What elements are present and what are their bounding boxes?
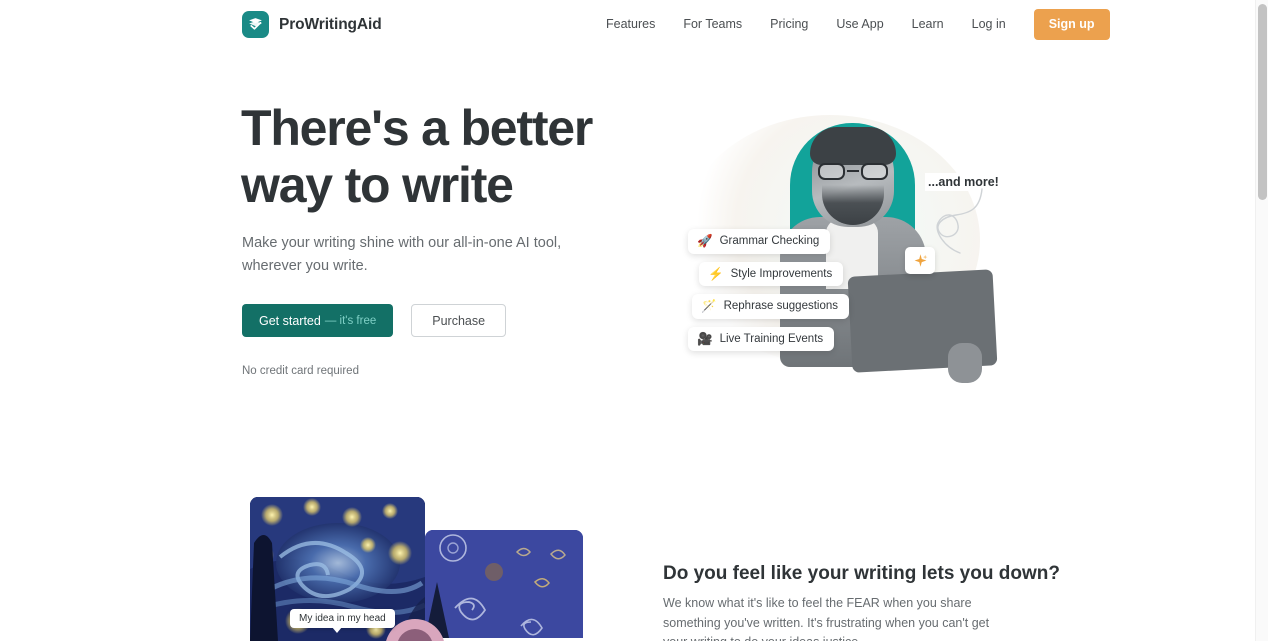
feature-chip-grammar-checking[interactable]: 🚀 Grammar Checking [688,229,831,254]
sparkle-icon [905,247,935,274]
rocket-icon: 🚀 [697,234,713,248]
hero-subtitle-line-2: wherever you write. [242,258,368,274]
glasses-bridge [847,170,859,172]
brand-name: ProWritingAid [279,15,382,33]
nav-for-teams[interactable]: For Teams [669,0,756,48]
purchase-button[interactable]: Purchase [411,304,507,337]
glasses-left-lens [818,163,845,180]
main-navigation: Features For Teams Pricing Use App Learn… [596,0,1110,48]
nav-use-app[interactable]: Use App [822,0,897,48]
magic-wand-icon: 🪄 [701,299,717,313]
hero-title-line-2: way to write [241,157,514,213]
feature-chip-label: Rephrase suggestions [723,300,839,313]
get-started-free-label: — it's free [324,314,377,327]
section-body: We know what it's like to feel the FEAR … [663,596,990,641]
get-started-button[interactable]: Get started — it's free [242,304,394,337]
brand-logo-link[interactable]: ProWritingAid [242,11,382,38]
feature-chip-label: Style Improvements [730,267,833,280]
nav-learn[interactable]: Learn [898,0,958,48]
hero-title: There's a better way to write [241,100,661,214]
feature-chip-label: Grammar Checking [719,235,820,248]
glasses-icon [818,163,888,180]
book-check-icon [242,11,269,38]
site-header: ProWritingAid Features For Teams Pricing… [0,0,1255,48]
sign-up-button[interactable]: Sign up [1033,8,1110,40]
person-hair [810,127,896,165]
feature-chip-list: 🚀 Grammar Checking ⚡ Style Improvements … [688,229,850,351]
no-credit-card-note: No credit card required [242,365,359,377]
hero-title-line-1: There's a better [241,100,593,156]
lightning-bolt-icon: ⚡ [708,266,724,281]
nav-pricing[interactable]: Pricing [756,0,822,48]
get-started-label: Get started [259,313,321,328]
glasses-right-lens [861,163,888,180]
person-hand [948,343,982,383]
page-scrollbar[interactable] [1255,0,1268,641]
nav-features[interactable]: Features [596,0,669,48]
simplified-painting-image [425,530,583,638]
feature-chip-style-improvements[interactable]: ⚡ Style Improvements [699,261,844,286]
landing-page: ProWritingAid Features For Teams Pricing… [0,0,1268,641]
section-title: Do you feel like your writing lets you d… [663,563,1060,584]
hero-illustration: 🚀 Grammar Checking ⚡ Style Improvements … [660,105,1010,385]
video-camera-icon: 🎥 [697,331,713,346]
feature-chip-rephrase-suggestions[interactable]: 🪄 Rephrase suggestions [692,294,850,319]
feature-chip-live-training-events[interactable]: 🎥 Live Training Events [688,326,835,351]
curly-arrow-icon [936,188,983,254]
hero-subtitle-line-1: Make your writing shine with our all-in-… [242,235,562,251]
feature-chip-label: Live Training Events [719,332,824,345]
hero-subtitle: Make your writing shine with our all-in-… [242,232,572,278]
idea-caption-bubble: My idea in my head [290,609,395,633]
hero-cta-row: Get started — it's free Purchase [242,304,507,337]
scrollbar-thumb[interactable] [1258,4,1267,200]
nav-log-in[interactable]: Log in [958,0,1020,48]
